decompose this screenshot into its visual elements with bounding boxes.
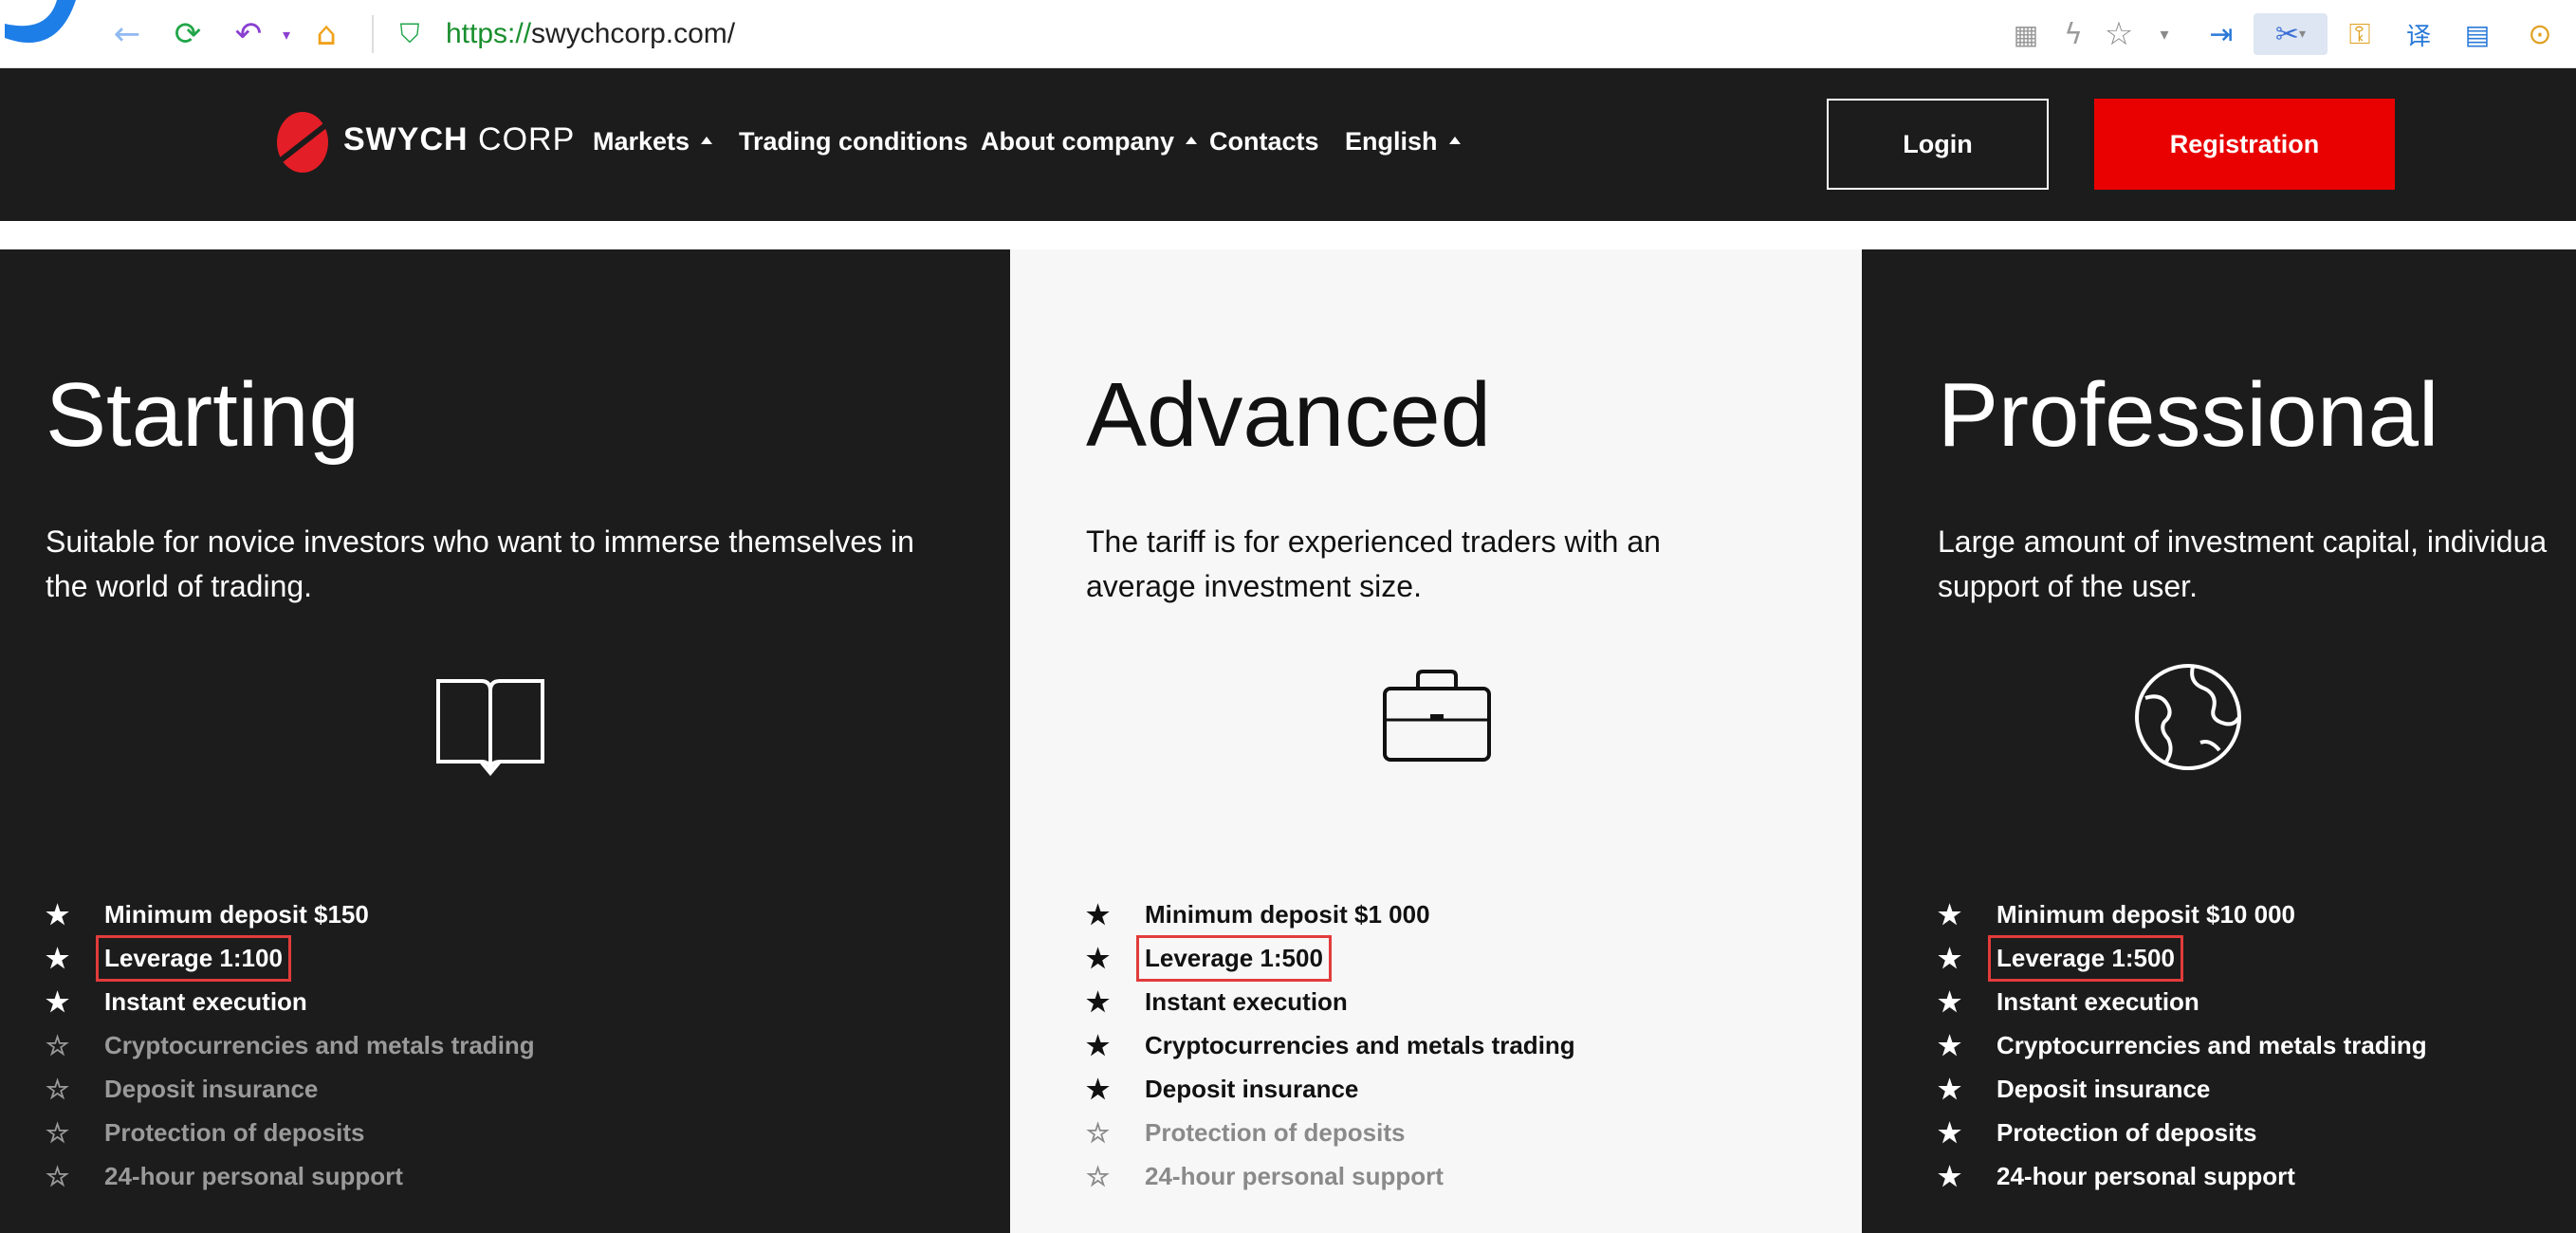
star-outline-icon: ☆ — [46, 1161, 70, 1191]
star-filled-icon: ★ — [46, 899, 70, 929]
login-arrow-icon[interactable]: ⇥ — [2200, 13, 2242, 55]
shield-icon: ⛉ — [399, 18, 420, 49]
list-item: ☆ 24-hour personal support — [46, 1161, 403, 1191]
list-item: ★ Minimum deposit $1 000 — [1086, 899, 1430, 929]
url-scheme: https:// — [446, 18, 532, 49]
plan-description: Large amount of investment capital, indi… — [1938, 524, 2548, 603]
plan-card-professional: Professional Large amount of investment … — [1862, 249, 2576, 1233]
nav-language[interactable]: English — [1345, 127, 1461, 156]
globe-icon — [2135, 664, 2241, 770]
list-item: ★ Instant execution — [46, 986, 307, 1017]
list-item: ★ Instant execution — [1938, 986, 2199, 1017]
star-outline-icon: ☆ — [46, 1030, 70, 1060]
highlighted-leverage: Leverage 1:500 — [1988, 934, 2183, 982]
star-filled-icon: ★ — [1938, 1030, 1962, 1060]
star-filled-icon: ★ — [1938, 899, 1962, 929]
caret-up-icon — [1186, 136, 1198, 144]
list-item: ★ Minimum deposit $10 000 — [1938, 899, 2295, 929]
list-item: ★ Minimum deposit $150 — [46, 899, 369, 929]
browser-toolbar: ← ⟳ ↶ ▾ ⌂ ⛉ https://swychcorp.com/ ▦ ϟ ☆… — [0, 0, 2576, 68]
undo-icon[interactable]: ↶ — [228, 13, 269, 55]
translate-icon[interactable]: 译 — [2398, 13, 2439, 55]
scissors-icon[interactable]: ✂ ▾ — [2254, 13, 2328, 55]
nav-markets[interactable]: Markets — [593, 127, 713, 156]
star-outline-icon: ☆ — [1086, 1161, 1111, 1191]
star-filled-icon: ★ — [1086, 986, 1111, 1017]
toolbar-separator — [372, 15, 374, 53]
list-item: ★ Deposit insurance — [1938, 1074, 2211, 1104]
list-item: ☆ Protection of deposits — [46, 1117, 365, 1148]
lightning-icon[interactable]: ϟ — [2052, 13, 2094, 55]
plan-title: Advanced — [1086, 364, 1491, 466]
list-item: ★ Protection of deposits — [1938, 1117, 2257, 1148]
logo-icon[interactable] — [277, 112, 328, 173]
star-filled-icon: ★ — [1938, 1117, 1962, 1148]
feature-list: ★ Minimum deposit $10 000 ★ Leverage 1:500… — [1938, 893, 2427, 1198]
star-filled-icon: ★ — [1938, 943, 1962, 973]
list-item: ★ Cryptocurrencies and metals trading — [1086, 1030, 1575, 1060]
star-outline-icon: ☆ — [46, 1117, 70, 1148]
list-item: ★ Cryptocurrencies and metals trading — [1938, 1030, 2427, 1060]
star-filled-icon: ★ — [1938, 1074, 1962, 1104]
feature-list: ★ Minimum deposit $150 ★ Leverage 1:100 ★ I… — [46, 893, 535, 1198]
briefcase-icon — [1383, 670, 1491, 762]
nav-about-company[interactable]: About company — [981, 127, 1198, 156]
key-icon[interactable]: ⚿ — [2339, 13, 2381, 55]
reader-icon[interactable]: ▤ — [2456, 13, 2498, 55]
book-icon — [436, 679, 544, 777]
plan-card-starting: Starting Suitable for novice investors w… — [0, 249, 1010, 1233]
plan-title: Starting — [46, 364, 359, 466]
login-button[interactable]: Login — [1827, 99, 2049, 190]
plan-card-advanced: Advanced The tariff is for experienced t… — [1010, 249, 1862, 1233]
home-icon[interactable]: ⌂ — [305, 13, 347, 55]
site-header: SWYCH CORP Markets Trading conditions Ab… — [0, 68, 2576, 221]
star-filled-icon: ★ — [1938, 986, 1962, 1017]
list-item: ☆ Cryptocurrencies and metals trading — [46, 1030, 535, 1060]
list-item: ★ Instant execution — [1086, 986, 1348, 1017]
plan-title: Professional — [1938, 364, 2439, 466]
browser-logo-icon — [0, 0, 85, 57]
url-host: swychcorp.com/ — [531, 18, 736, 49]
list-item: ☆ Protection of deposits — [1086, 1117, 1406, 1148]
list-item: ★ 24-hour personal support — [1938, 1161, 2295, 1191]
nav-trading-conditions[interactable]: Trading conditions — [739, 127, 968, 156]
registration-button[interactable]: Registration — [2094, 99, 2395, 190]
more-icon[interactable]: ⊙ — [2519, 13, 2561, 55]
list-item: ★ Deposit insurance — [1086, 1074, 1359, 1104]
highlighted-leverage: Leverage 1:500 — [1136, 934, 1332, 982]
star-outline-icon: ☆ — [1086, 1117, 1111, 1148]
dropdown-icon[interactable]: ▾ — [266, 13, 307, 55]
site-logo[interactable]: SWYCH CORP — [343, 121, 575, 158]
caret-up-icon — [1448, 136, 1461, 144]
star-filled-icon: ★ — [46, 986, 70, 1017]
star-filled-icon: ★ — [1938, 1161, 1962, 1191]
list-item: ☆ 24-hour personal support — [1086, 1161, 1444, 1191]
list-item: ☆ Deposit insurance — [46, 1074, 319, 1104]
list-item: ★ Leverage 1:500 — [1086, 934, 1575, 982]
caret-up-icon — [701, 136, 713, 144]
star-outline-icon: ☆ — [46, 1074, 70, 1104]
dropdown-icon[interactable]: ▾ — [2144, 13, 2185, 55]
star-filled-icon: ★ — [1086, 1030, 1111, 1060]
star-filled-icon: ★ — [1086, 943, 1111, 973]
star-filled-icon: ★ — [46, 943, 70, 973]
plan-description: Suitable for novice investors who want t… — [46, 524, 914, 603]
back-icon[interactable]: ← — [106, 13, 148, 55]
plan-description: The tariff is for experienced traders wi… — [1086, 524, 1661, 603]
star-filled-icon: ★ — [1086, 1074, 1111, 1104]
qr-icon[interactable]: ▦ — [2005, 13, 2047, 55]
star-filled-icon: ★ — [1086, 899, 1111, 929]
list-item: ★ Leverage 1:100 — [46, 934, 535, 982]
highlighted-leverage: Leverage 1:100 — [96, 934, 291, 982]
nav-contacts[interactable]: Contacts — [1209, 127, 1319, 156]
reload-icon[interactable]: ⟳ — [167, 13, 209, 55]
star-icon[interactable]: ☆ — [2098, 13, 2140, 55]
list-item: ★ Leverage 1:500 — [1938, 934, 2427, 982]
address-bar[interactable]: https://swychcorp.com/ — [446, 13, 735, 55]
feature-list: ★ Minimum deposit $1 000 ★ Leverage 1:500 … — [1086, 893, 1575, 1198]
